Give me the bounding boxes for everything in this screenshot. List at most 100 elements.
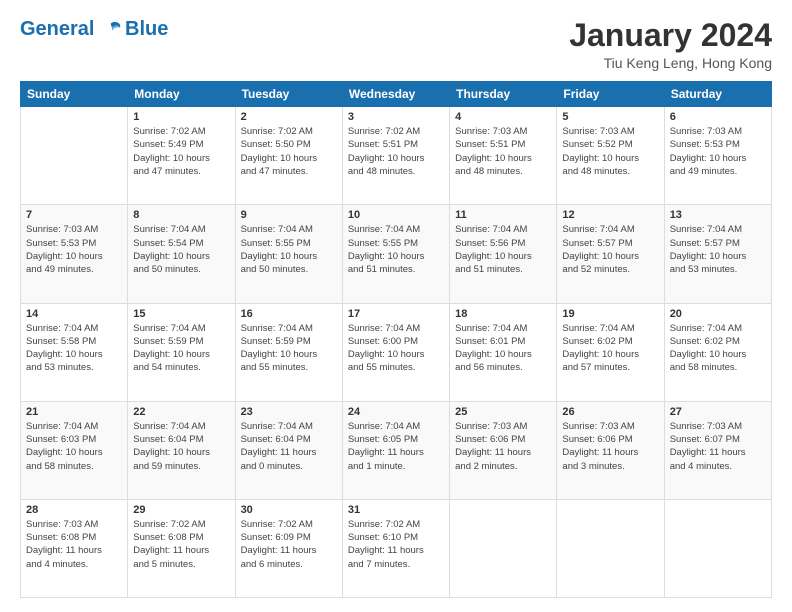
day-info: Sunrise: 7:04 AM Sunset: 5:59 PM Dayligh… (241, 322, 337, 375)
day-info: Sunrise: 7:04 AM Sunset: 6:05 PM Dayligh… (348, 420, 444, 473)
day-number: 31 (348, 504, 444, 516)
calendar-cell: 10 Sunrise: 7:04 AM Sunset: 5:55 PM Dayli… (342, 205, 449, 303)
day-number: 10 (348, 209, 444, 221)
calendar-cell: 23Sunrise: 7:04 AM Sunset: 6:04 PM Dayli… (235, 401, 342, 499)
day-number: 26 (562, 406, 658, 418)
calendar-cell: 25 Sunrise: 7:03 AM Sunset: 6:06 PM Dayli… (450, 401, 557, 499)
day-info: Sunrise: 7:02 AM Sunset: 6:08 PM Dayligh… (133, 518, 229, 571)
day-number: 13 (670, 209, 766, 221)
month-title: January 2024 (569, 18, 772, 53)
calendar-cell: 6 Sunrise: 7:03 AM Sunset: 5:53 PM Daylig… (664, 107, 771, 205)
day-number: 29 (133, 504, 229, 516)
calendar-cell: 28Sunrise: 7:03 AM Sunset: 6:08 PM Dayli… (21, 499, 128, 597)
day-number: 30 (241, 504, 337, 516)
day-number: 9 (241, 209, 337, 221)
day-info: Sunrise: 7:04 AM Sunset: 6:02 PM Dayligh… (670, 322, 766, 375)
title-section: January 2024 Tiu Keng Leng, Hong Kong (569, 18, 772, 71)
calendar-cell: 9 Sunrise: 7:04 AM Sunset: 5:55 PM Daylig… (235, 205, 342, 303)
calendar-cell: 29 Sunrise: 7:02 AM Sunset: 6:08 PM Dayli… (128, 499, 235, 597)
day-info: Sunrise: 7:03 AM Sunset: 6:06 PM Dayligh… (455, 420, 551, 473)
logo: General Blue (20, 18, 168, 41)
calendar-cell: 3Sunrise: 7:02 AM Sunset: 5:51 PM Daylig… (342, 107, 449, 205)
day-info: Sunrise: 7:04 AM Sunset: 6:02 PM Dayligh… (562, 322, 658, 375)
day-number: 2 (241, 111, 337, 123)
calendar-cell: 1 Sunrise: 7:02 AM Sunset: 5:49 PM Daylig… (128, 107, 235, 205)
day-info: Sunrise: 7:02 AM Sunset: 6:10 PM Dayligh… (348, 518, 444, 571)
day-info: Sunrise: 7:04 AM Sunset: 5:55 PM Dayligh… (241, 223, 337, 276)
day-number: 25 (455, 406, 551, 418)
calendar-cell: 14Sunrise: 7:04 AM Sunset: 5:58 PM Dayli… (21, 303, 128, 401)
day-number: 27 (670, 406, 766, 418)
location: Tiu Keng Leng, Hong Kong (569, 55, 772, 71)
day-info: Sunrise: 7:02 AM Sunset: 5:49 PM Dayligh… (133, 125, 229, 178)
logo-bird-icon (101, 19, 123, 41)
calendar-cell: 30 Sunrise: 7:02 AM Sunset: 6:09 PM Dayli… (235, 499, 342, 597)
day-info: Sunrise: 7:03 AM Sunset: 6:06 PM Dayligh… (562, 420, 658, 473)
day-number: 22 (133, 406, 229, 418)
day-info: Sunrise: 7:02 AM Sunset: 5:50 PM Dayligh… (241, 125, 337, 178)
day-info: Sunrise: 7:03 AM Sunset: 5:52 PM Dayligh… (562, 125, 658, 178)
day-number: 6 (670, 111, 766, 123)
day-info: Sunrise: 7:03 AM Sunset: 6:07 PM Dayligh… (670, 420, 766, 473)
day-number: 14 (26, 308, 122, 320)
day-number: 5 (562, 111, 658, 123)
week-row-0: 1 Sunrise: 7:02 AM Sunset: 5:49 PM Daylig… (21, 107, 772, 205)
calendar-cell: 22Sunrise: 7:04 AM Sunset: 6:04 PM Dayli… (128, 401, 235, 499)
calendar-cell: 2 Sunrise: 7:02 AM Sunset: 5:50 PM Daylig… (235, 107, 342, 205)
day-info: Sunrise: 7:04 AM Sunset: 5:57 PM Dayligh… (670, 223, 766, 276)
day-info: Sunrise: 7:04 AM Sunset: 6:01 PM Dayligh… (455, 322, 551, 375)
day-number: 4 (455, 111, 551, 123)
weekday-header-wednesday: Wednesday (342, 82, 449, 107)
day-info: Sunrise: 7:03 AM Sunset: 5:51 PM Dayligh… (455, 125, 551, 178)
day-number: 23 (241, 406, 337, 418)
day-info: Sunrise: 7:04 AM Sunset: 5:56 PM Dayligh… (455, 223, 551, 276)
logo-general: General (20, 18, 94, 40)
calendar-cell: 16Sunrise: 7:04 AM Sunset: 5:59 PM Dayli… (235, 303, 342, 401)
calendar-cell: 24 Sunrise: 7:04 AM Sunset: 6:05 PM Dayli… (342, 401, 449, 499)
day-info: Sunrise: 7:04 AM Sunset: 5:57 PM Dayligh… (562, 223, 658, 276)
day-number: 28 (26, 504, 122, 516)
logo-blue: Blue (125, 18, 168, 40)
weekday-header-saturday: Saturday (664, 82, 771, 107)
day-number: 17 (348, 308, 444, 320)
day-info: Sunrise: 7:04 AM Sunset: 6:00 PM Dayligh… (348, 322, 444, 375)
week-row-2: 14Sunrise: 7:04 AM Sunset: 5:58 PM Dayli… (21, 303, 772, 401)
weekday-header-row: SundayMondayTuesdayWednesdayThursdayFrid… (21, 82, 772, 107)
calendar-cell (21, 107, 128, 205)
calendar-cell (557, 499, 664, 597)
calendar-table: SundayMondayTuesdayWednesdayThursdayFrid… (20, 81, 772, 598)
weekday-header-sunday: Sunday (21, 82, 128, 107)
calendar-cell: 19Sunrise: 7:04 AM Sunset: 6:02 PM Dayli… (557, 303, 664, 401)
weekday-header-tuesday: Tuesday (235, 82, 342, 107)
day-number: 24 (348, 406, 444, 418)
weekday-header-monday: Monday (128, 82, 235, 107)
day-info: Sunrise: 7:04 AM Sunset: 5:59 PM Dayligh… (133, 322, 229, 375)
calendar-cell (450, 499, 557, 597)
calendar-cell: 12 Sunrise: 7:04 AM Sunset: 5:57 PM Dayli… (557, 205, 664, 303)
day-info: Sunrise: 7:03 AM Sunset: 5:53 PM Dayligh… (26, 223, 122, 276)
day-info: Sunrise: 7:02 AM Sunset: 6:09 PM Dayligh… (241, 518, 337, 571)
calendar-cell: 17 Sunrise: 7:04 AM Sunset: 6:00 PM Dayli… (342, 303, 449, 401)
calendar-cell: 27 Sunrise: 7:03 AM Sunset: 6:07 PM Dayli… (664, 401, 771, 499)
day-number: 21 (26, 406, 122, 418)
calendar-cell: 5 Sunrise: 7:03 AM Sunset: 5:52 PM Daylig… (557, 107, 664, 205)
day-info: Sunrise: 7:04 AM Sunset: 6:03 PM Dayligh… (26, 420, 122, 473)
week-row-3: 21 Sunrise: 7:04 AM Sunset: 6:03 PM Dayli… (21, 401, 772, 499)
calendar-cell: 31 Sunrise: 7:02 AM Sunset: 6:10 PM Dayli… (342, 499, 449, 597)
calendar-cell (664, 499, 771, 597)
day-info: Sunrise: 7:04 AM Sunset: 5:55 PM Dayligh… (348, 223, 444, 276)
calendar-cell: 8Sunrise: 7:04 AM Sunset: 5:54 PM Daylig… (128, 205, 235, 303)
day-number: 20 (670, 308, 766, 320)
day-info: Sunrise: 7:03 AM Sunset: 5:53 PM Dayligh… (670, 125, 766, 178)
calendar-cell: 21 Sunrise: 7:04 AM Sunset: 6:03 PM Dayli… (21, 401, 128, 499)
calendar-cell: 13 Sunrise: 7:04 AM Sunset: 5:57 PM Dayli… (664, 205, 771, 303)
day-number: 12 (562, 209, 658, 221)
day-number: 18 (455, 308, 551, 320)
calendar-cell: 18 Sunrise: 7:04 AM Sunset: 6:01 PM Dayli… (450, 303, 557, 401)
logo-text: General (20, 18, 123, 41)
header: General Blue January 2024 Tiu Keng Leng,… (20, 18, 772, 71)
weekday-header-friday: Friday (557, 82, 664, 107)
day-number: 1 (133, 111, 229, 123)
calendar-cell: 4 Sunrise: 7:03 AM Sunset: 5:51 PM Daylig… (450, 107, 557, 205)
day-number: 15 (133, 308, 229, 320)
